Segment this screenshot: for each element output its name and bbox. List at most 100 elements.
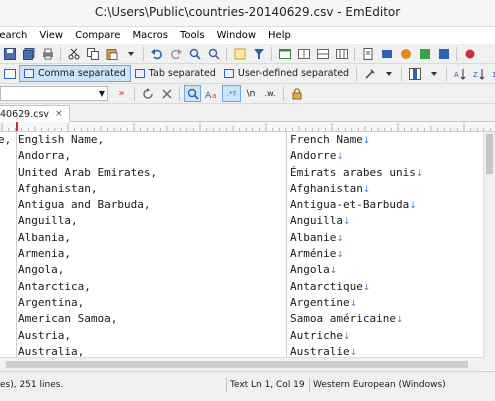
csv-row[interactable]: Argentina, Argentine↓ — [0, 295, 483, 311]
chevron-down-icon[interactable] — [380, 65, 397, 82]
record-icon[interactable] — [461, 45, 478, 62]
csv-cell-french-name-wrap[interactable]: French Name↓ — [290, 132, 370, 149]
copy-icon[interactable] — [84, 45, 101, 62]
find-next-icon[interactable] — [205, 45, 222, 62]
normal-mode-icon[interactable] — [1, 65, 18, 82]
csv-cell-english-name[interactable]: Argentina, — [18, 295, 84, 311]
csv-cell-english-name[interactable]: Australia, — [18, 344, 84, 357]
user-defined-separated-button[interactable]: User-defined separated — [220, 65, 353, 82]
csv-cell-english-name[interactable]: Angola, — [18, 262, 64, 278]
csv-row[interactable]: Antarctica, Antarctique↓ — [0, 279, 483, 295]
csv-row[interactable]: Austria, Autriche↓ — [0, 328, 483, 344]
csv-cell-french-name-wrap[interactable]: Argentine↓ — [290, 295, 357, 312]
paste-icon[interactable] — [103, 45, 120, 62]
csv-row[interactable]: e, English Name, French Name↓ — [0, 132, 483, 148]
window-layout-icon[interactable] — [276, 45, 293, 62]
menu-search[interactable]: Search — [0, 27, 33, 44]
csv-row[interactable]: Antigua and Barbuda, Antigua-et-Barbuda↓ — [0, 197, 483, 213]
document-tab[interactable]: 40629.csv × — [0, 105, 70, 122]
close-icon[interactable]: × — [55, 109, 63, 119]
refresh-icon[interactable] — [139, 85, 156, 102]
csv-cell-french-name-wrap[interactable]: Australie↓ — [290, 344, 357, 357]
document-icon[interactable] — [359, 45, 376, 62]
vertical-scroll-thumb[interactable] — [486, 134, 493, 174]
double-chevron-icon[interactable]: » — [113, 85, 130, 102]
csv-row[interactable]: Andorra, Andorre↓ — [0, 148, 483, 164]
chevron-down-icon[interactable] — [425, 65, 442, 82]
status-mode[interactable]: Text — [230, 380, 248, 390]
tools-icon[interactable] — [361, 65, 378, 82]
csv-cell-english-name[interactable]: Afghanistan, — [18, 181, 97, 197]
csv-row[interactable]: Albania, Albanie↓ — [0, 230, 483, 246]
csv-cell-english-name[interactable]: American Samoa, — [18, 311, 117, 327]
replace-icon[interactable] — [231, 45, 248, 62]
csv-cell-french-name-wrap[interactable]: Antarctique↓ — [290, 279, 370, 296]
csv-cell-english-name[interactable]: Austria, — [18, 328, 71, 344]
filter-icon[interactable] — [250, 45, 267, 62]
csv-cell-french-name-wrap[interactable]: Albanie↓ — [290, 230, 344, 247]
save-icon[interactable] — [1, 45, 18, 62]
comma-separated-button[interactable]: Comma separated — [19, 65, 131, 82]
csv-cell-french-name-wrap[interactable]: Anguilla↓ — [290, 213, 351, 230]
csv-row[interactable]: Armenia, Arménie↓ — [0, 246, 483, 262]
csv-cell-col1[interactable]: e, — [0, 132, 14, 148]
sort-numeric-ascending-icon[interactable]: 1 — [489, 65, 495, 82]
split-window-icon[interactable] — [295, 45, 312, 62]
print-icon[interactable] — [39, 45, 56, 62]
menu-tools[interactable]: Tools — [174, 27, 211, 44]
status-encoding[interactable]: Western European (Windows) — [313, 380, 446, 390]
sort-descending-icon[interactable]: Z — [470, 65, 487, 82]
csv-cell-english-name[interactable]: United Arab Emirates, — [18, 165, 157, 181]
csv-cell-english-name[interactable]: Anguilla, — [18, 213, 78, 229]
horizontal-scroll-thumb[interactable] — [6, 361, 468, 368]
plugin-icon[interactable] — [397, 45, 414, 62]
csv-cell-french-name-wrap[interactable]: Samoa américaine↓ — [290, 311, 404, 328]
csv-cell-french-name-wrap[interactable]: Antigua-et-Barbuda↓ — [290, 197, 417, 214]
menu-macros[interactable]: Macros — [126, 27, 173, 44]
find-icon[interactable] — [186, 45, 203, 62]
search-combo[interactable]: ▼ — [0, 86, 108, 101]
csv-row[interactable]: Afghanistan, Afghanistan↓ — [0, 181, 483, 197]
escape-sequence-icon[interactable]: \n — [243, 85, 259, 102]
grid-icon[interactable] — [333, 45, 350, 62]
match-case-icon[interactable]: Aa — [203, 85, 220, 102]
tile-icon[interactable] — [314, 45, 331, 62]
status-cursor-position[interactable]: Ln 1, Col 19 — [251, 380, 305, 390]
settings-icon[interactable] — [378, 45, 395, 62]
csv-cell-french-name-wrap[interactable]: Arménie↓ — [290, 246, 344, 263]
csv-cell-french-name-wrap[interactable]: Angola↓ — [290, 262, 337, 279]
clear-search-icon[interactable] — [158, 85, 175, 102]
horizontal-scrollbar[interactable] — [0, 357, 483, 371]
column-icon[interactable] — [406, 65, 423, 82]
bookmark-icon[interactable] — [435, 45, 452, 62]
macro-icon[interactable] — [416, 45, 433, 62]
csv-cell-french-name-wrap[interactable]: Autriche↓ — [290, 328, 351, 345]
cut-icon[interactable] — [65, 45, 82, 62]
find-highlight-icon[interactable] — [184, 85, 201, 102]
chevron-down-icon[interactable] — [122, 45, 139, 62]
csv-cell-english-name[interactable]: Andorra, — [18, 148, 71, 164]
menu-compare[interactable]: Compare — [69, 27, 126, 44]
menu-view[interactable]: View — [33, 27, 69, 44]
csv-cell-english-name[interactable]: Armenia, — [18, 246, 71, 262]
undo-icon[interactable] — [148, 45, 165, 62]
csv-cell-english-name[interactable]: Albania, — [18, 230, 71, 246]
csv-row[interactable]: Angola, Angola↓ — [0, 262, 483, 278]
sort-ascending-icon[interactable]: A — [451, 65, 468, 82]
menu-help[interactable]: Help — [262, 27, 297, 44]
csv-cell-french-name-wrap[interactable]: Afghanistan↓ — [290, 181, 370, 198]
tab-separated-button[interactable]: Tab separated — [131, 65, 220, 82]
vertical-scrollbar[interactable] — [483, 132, 495, 357]
redo-icon[interactable] — [167, 45, 184, 62]
csv-cell-english-name[interactable]: English Name, — [18, 132, 104, 148]
csv-cell-french-name-wrap[interactable]: Émirats arabes unis↓ — [290, 165, 423, 182]
csv-row[interactable]: Anguilla, Anguilla↓ — [0, 213, 483, 229]
csv-row[interactable]: Australia, Australie↓ — [0, 344, 483, 357]
csv-cell-english-name[interactable]: Antarctica, — [18, 279, 91, 295]
csv-cell-english-name[interactable]: Antigua and Barbuda, — [18, 197, 150, 213]
lock-icon[interactable] — [288, 85, 305, 102]
csv-row[interactable]: American Samoa, Samoa américaine↓ — [0, 311, 483, 327]
csv-row[interactable]: United Arab Emirates, Émirats arabes unis… — [0, 165, 483, 181]
menu-window[interactable]: Window — [211, 27, 262, 44]
regex-icon[interactable]: .*? — [222, 85, 241, 102]
